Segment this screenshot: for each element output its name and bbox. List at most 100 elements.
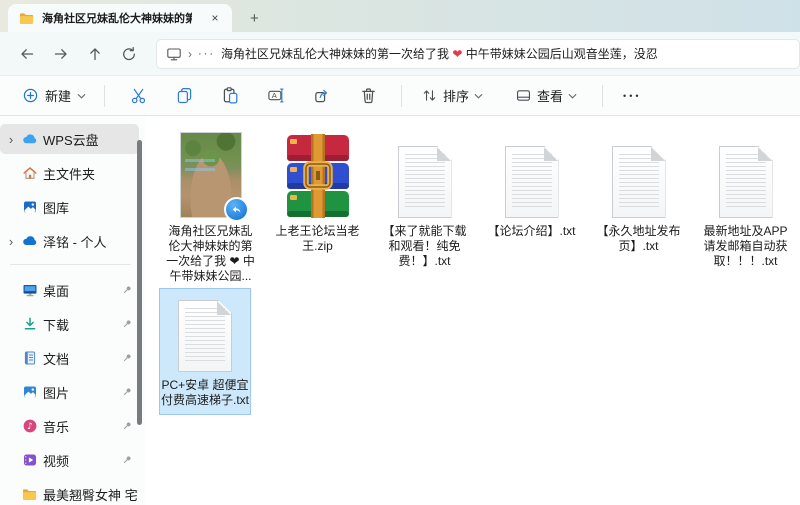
winrar-archive-icon	[286, 134, 349, 218]
sidebar-item-label: 音乐	[43, 419, 70, 435]
share-icon	[314, 89, 327, 103]
heart-glyph: ❤	[452, 47, 463, 61]
navigation-bar: › ··· 海角社区兄妹乱伦大神妹妹的第一次给了我 ❤ 中午带妹妹公园后山观音坐…	[0, 32, 800, 75]
breadcrumb-chevron-icon: ›	[188, 46, 192, 61]
chevron-right-icon[interactable]: ›	[6, 132, 16, 147]
chevron-down-icon	[474, 93, 483, 99]
toolbar-divider	[104, 84, 106, 107]
share-button[interactable]	[299, 80, 345, 112]
file-item[interactable]: 【永久地址发布页】.txt	[585, 128, 692, 254]
rename-icon: A	[267, 88, 283, 103]
sidebar-item-label: 最美翘臀女神 宅	[43, 487, 138, 503]
sync-badge-icon	[223, 197, 249, 222]
explorer-tab[interactable]: 海角社区兄妹乱伦大神妹妹的第 ×	[8, 4, 232, 32]
document-icon	[21, 350, 38, 367]
desktop-icon	[21, 282, 38, 299]
file-grid-row: 海角社区兄妹乱伦大神妹妹的第一次给了我 ❤ 中午带妹妹公园... 上老王论坛当老…	[157, 128, 800, 284]
file-item[interactable]: 海角社区兄妹乱伦大神妹妹的第一次给了我 ❤ 中午带妹妹公园...	[157, 128, 264, 284]
sidebar-item-music[interactable]: › ♪ 音乐	[0, 411, 139, 441]
pin-icon	[121, 284, 133, 296]
new-button[interactable]: 新建	[14, 81, 94, 110]
text-file-icon	[178, 300, 232, 372]
file-explorer-window: 海角社区兄妹乱伦大神妹妹的第 × + › ··· 海角社区兄妹乱伦大神妹妹的第一…	[0, 0, 800, 505]
sidebar-item-label: 文档	[43, 351, 70, 367]
scissors-icon	[131, 88, 145, 104]
sidebar-item-folder[interactable]: › 最美翘臀女神 宅	[0, 479, 139, 505]
sidebar-item-wps-cloud[interactable]: › WPS云盘	[0, 124, 139, 154]
sidebar-item-gallery[interactable]: › 图库	[0, 192, 139, 222]
sort-button[interactable]: 排序	[412, 81, 492, 110]
sidebar-item-documents[interactable]: › 文档	[0, 343, 139, 373]
delete-button[interactable]	[345, 80, 391, 112]
view-button[interactable]: 查看	[506, 81, 586, 110]
trash-icon	[361, 88, 375, 104]
file-item[interactable]: 上老王论坛当老王.zip	[264, 128, 371, 254]
sidebar-item-downloads[interactable]: › 下载	[0, 309, 139, 339]
forward-button[interactable]	[44, 39, 78, 69]
breadcrumb-overflow-button[interactable]: ···	[198, 48, 215, 60]
tab-close-icon[interactable]: ×	[206, 9, 224, 27]
tab-title: 海角社区兄妹乱伦大神妹妹的第	[42, 13, 192, 25]
sidebar-item-pictures[interactable]: › 图片	[0, 377, 139, 407]
sidebar-item-label: 下载	[43, 317, 70, 333]
chevron-right-icon[interactable]: ›	[6, 234, 16, 249]
pin-icon	[121, 318, 133, 330]
this-pc-icon[interactable]	[165, 45, 182, 62]
text-file-icon	[718, 146, 773, 218]
svg-text:A: A	[271, 91, 277, 100]
sidebar-item-desktop[interactable]: › 桌面	[0, 275, 139, 305]
file-item[interactable]: 最新地址及APP请发邮箱自动获取！！！.txt	[692, 128, 799, 269]
sidebar-item-label: 图库	[43, 200, 70, 216]
sidebar-scrollbar[interactable]	[137, 140, 142, 425]
file-name: 【来了就能下载和观看！纯免费！】.txt	[382, 224, 467, 268]
sidebar-item-onedrive[interactable]: › 泽铭 - 个人	[0, 226, 139, 256]
file-name: 【永久地址发布页】.txt	[596, 224, 681, 253]
files-view[interactable]: 海角社区兄妹乱伦大神妹妹的第一次给了我 ❤ 中午带妹妹公园... 上老王论坛当老…	[145, 116, 800, 505]
new-tab-button[interactable]: +	[250, 11, 259, 26]
music-icon: ♪	[21, 418, 38, 435]
svg-text:♪: ♪	[27, 422, 33, 432]
video-icon	[21, 452, 38, 469]
onedrive-cloud-icon	[21, 233, 38, 250]
folder-icon	[21, 486, 38, 503]
sidebar-divider	[10, 264, 131, 265]
watermark	[184, 159, 215, 177]
cut-button[interactable]	[115, 80, 161, 112]
sidebar-item-videos[interactable]: › 视频	[0, 445, 139, 475]
file-item[interactable]: 【论坛介绍】.txt	[478, 128, 585, 239]
sidebar-item-home[interactable]: › 主文件夹	[0, 158, 139, 188]
more-button[interactable]: •••	[613, 83, 651, 109]
address-bar[interactable]: › ··· 海角社区兄妹乱伦大神妹妹的第一次给了我 ❤ 中午带妹妹公园后山观音坐…	[156, 38, 800, 69]
sort-button-label: 排序	[443, 89, 470, 104]
download-icon	[21, 316, 38, 333]
paste-icon	[223, 87, 237, 104]
paste-button[interactable]	[207, 80, 253, 112]
file-name: 【论坛介绍】.txt	[487, 224, 576, 238]
file-grid-row: PC+安卓 超便宜付费高速梯子.txt	[157, 288, 800, 415]
pin-icon	[121, 352, 133, 364]
text-file-icon	[504, 146, 559, 218]
folder-icon	[18, 10, 35, 27]
home-icon	[21, 165, 38, 182]
image-file-thumbnail	[179, 132, 249, 222]
navigation-pane: › WPS云盘 › 主文件夹 › 图库	[0, 116, 145, 505]
copy-button[interactable]	[161, 80, 207, 112]
back-button[interactable]	[10, 39, 44, 69]
view-button-label: 查看	[537, 89, 564, 104]
tab-bar: 海角社区兄妹乱伦大神妹妹的第 × +	[0, 0, 800, 32]
sort-icon	[423, 90, 436, 101]
toolbar-divider	[401, 84, 403, 107]
address-path: 海角社区兄妹乱伦大神妹妹的第一次给了我 ❤ 中午带妹妹公园后山观音坐莲，没忍	[221, 47, 658, 61]
text-file-icon	[611, 146, 666, 218]
sidebar-item-label: 桌面	[43, 283, 70, 299]
sidebar-item-label: WPS云盘	[43, 132, 99, 148]
rename-button[interactable]: A	[253, 80, 299, 112]
gallery-icon	[21, 199, 38, 216]
refresh-button[interactable]	[112, 39, 146, 69]
file-name: 上老王论坛当老王.zip	[275, 224, 360, 253]
text-file-icon	[397, 146, 452, 218]
toolbar-divider	[602, 84, 604, 107]
file-item[interactable]: 【来了就能下载和观看！纯免费！】.txt	[371, 128, 478, 269]
file-item-selected[interactable]: PC+安卓 超便宜付费高速梯子.txt	[159, 288, 251, 415]
up-button[interactable]	[78, 39, 112, 69]
